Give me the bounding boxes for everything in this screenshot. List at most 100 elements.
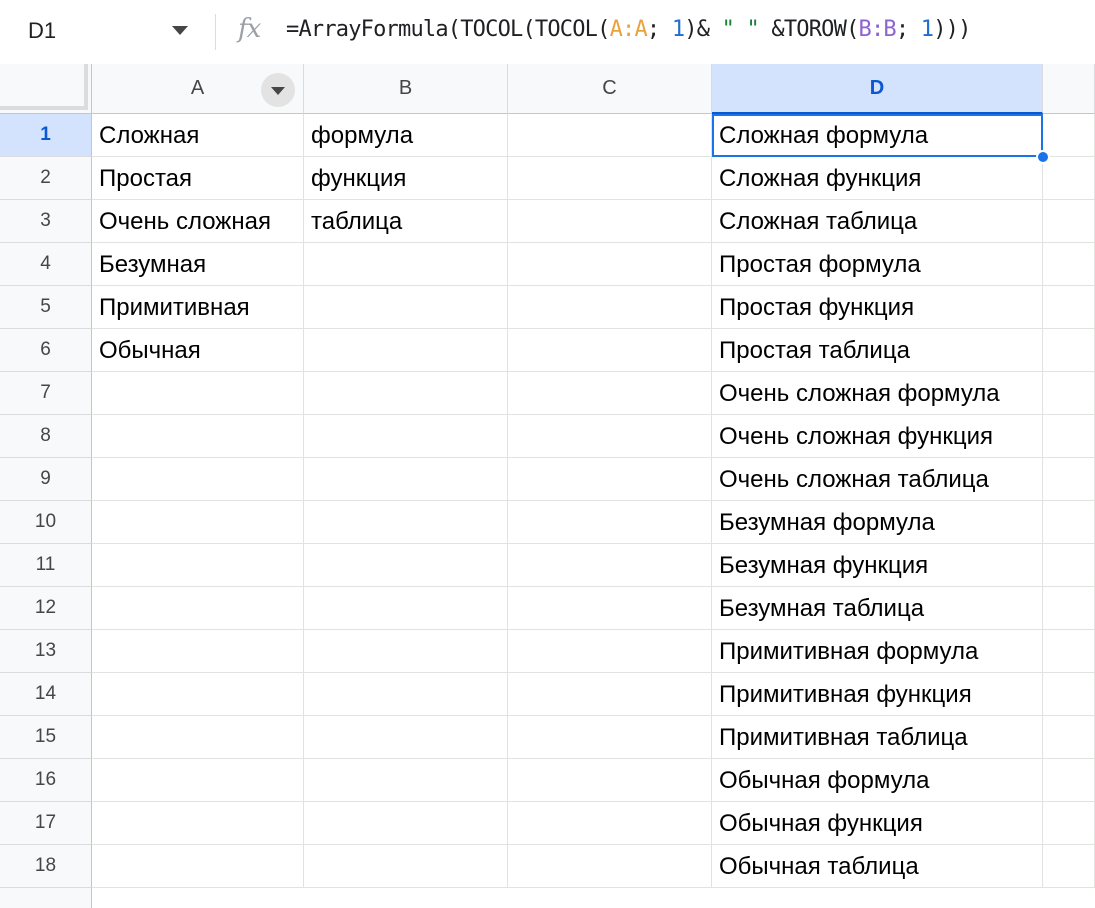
- cell-c15[interactable]: [508, 716, 712, 759]
- cell-e12[interactable]: [1043, 587, 1095, 630]
- cell-e7[interactable]: [1043, 372, 1095, 415]
- cell-a13[interactable]: [92, 630, 304, 673]
- cell-a18[interactable]: [92, 845, 304, 888]
- cell-c17[interactable]: [508, 802, 712, 845]
- select-all-corner[interactable]: [0, 64, 92, 114]
- cell-b16[interactable]: [304, 759, 508, 802]
- cell-a10[interactable]: [92, 501, 304, 544]
- cell-e11[interactable]: [1043, 544, 1095, 587]
- row-header-15[interactable]: 15: [0, 716, 92, 759]
- cell-a3[interactable]: Очень сложная: [92, 200, 304, 243]
- cell-b1[interactable]: формула: [304, 114, 508, 157]
- cell-e13[interactable]: [1043, 630, 1095, 673]
- cell-c4[interactable]: [508, 243, 712, 286]
- cell-a12[interactable]: [92, 587, 304, 630]
- cell-a8[interactable]: [92, 415, 304, 458]
- cell-d4[interactable]: Простая формула: [712, 243, 1043, 286]
- cell-c14[interactable]: [508, 673, 712, 716]
- name-box[interactable]: D1: [28, 18, 56, 44]
- cell-d5[interactable]: Простая функция: [712, 286, 1043, 329]
- cell-d10[interactable]: Безумная формула: [712, 501, 1043, 544]
- cell-e2[interactable]: [1043, 157, 1095, 200]
- cell-d18[interactable]: Обычная таблица: [712, 845, 1043, 888]
- cell-d8[interactable]: Очень сложная функция: [712, 415, 1043, 458]
- cell-a1[interactable]: Сложная: [92, 114, 304, 157]
- row-header-2[interactable]: 2: [0, 157, 92, 200]
- column-header-b[interactable]: B: [304, 64, 508, 114]
- cell-c8[interactable]: [508, 415, 712, 458]
- cell-e16[interactable]: [1043, 759, 1095, 802]
- cell-a16[interactable]: [92, 759, 304, 802]
- cell-c5[interactable]: [508, 286, 712, 329]
- cell-d11[interactable]: Безумная функция: [712, 544, 1043, 587]
- cell-c6[interactable]: [508, 329, 712, 372]
- cell-c12[interactable]: [508, 587, 712, 630]
- filter-dropdown-icon[interactable]: [261, 73, 295, 107]
- cell-b4[interactable]: [304, 243, 508, 286]
- cell-b10[interactable]: [304, 501, 508, 544]
- cell-b15[interactable]: [304, 716, 508, 759]
- cell-a7[interactable]: [92, 372, 304, 415]
- cell-e3[interactable]: [1043, 200, 1095, 243]
- cell-a4[interactable]: Безумная: [92, 243, 304, 286]
- cell-c10[interactable]: [508, 501, 712, 544]
- row-header-8[interactable]: 8: [0, 415, 92, 458]
- cell-d14[interactable]: Примитивная функция: [712, 673, 1043, 716]
- cell-c16[interactable]: [508, 759, 712, 802]
- cell-e1[interactable]: [1043, 114, 1095, 157]
- row-header-6[interactable]: 6: [0, 329, 92, 372]
- cell-c3[interactable]: [508, 200, 712, 243]
- row-header-14[interactable]: 14: [0, 673, 92, 716]
- cell-e6[interactable]: [1043, 329, 1095, 372]
- row-header-17[interactable]: 17: [0, 802, 92, 845]
- cell-b5[interactable]: [304, 286, 508, 329]
- cell-a17[interactable]: [92, 802, 304, 845]
- cell-c9[interactable]: [508, 458, 712, 501]
- row-header-5[interactable]: 5: [0, 286, 92, 329]
- row-header-16[interactable]: 16: [0, 759, 92, 802]
- cell-b8[interactable]: [304, 415, 508, 458]
- cell-e5[interactable]: [1043, 286, 1095, 329]
- cell-d9[interactable]: Очень сложная таблица: [712, 458, 1043, 501]
- cell-a15[interactable]: [92, 716, 304, 759]
- row-header-3[interactable]: 3: [0, 200, 92, 243]
- row-header-13[interactable]: 13: [0, 630, 92, 673]
- cell-e17[interactable]: [1043, 802, 1095, 845]
- cell-b18[interactable]: [304, 845, 508, 888]
- cell-a6[interactable]: Обычная: [92, 329, 304, 372]
- row-header-11[interactable]: 11: [0, 544, 92, 587]
- cell-d2[interactable]: Сложная функция: [712, 157, 1043, 200]
- cell-c2[interactable]: [508, 157, 712, 200]
- cell-e9[interactable]: [1043, 458, 1095, 501]
- cell-e10[interactable]: [1043, 501, 1095, 544]
- cell-d6[interactable]: Простая таблица: [712, 329, 1043, 372]
- cell-a11[interactable]: [92, 544, 304, 587]
- row-header-12[interactable]: 12: [0, 587, 92, 630]
- cell-c13[interactable]: [508, 630, 712, 673]
- cell-e14[interactable]: [1043, 673, 1095, 716]
- cell-a2[interactable]: Простая: [92, 157, 304, 200]
- cell-d13[interactable]: Примитивная формула: [712, 630, 1043, 673]
- cell-b11[interactable]: [304, 544, 508, 587]
- cell-b7[interactable]: [304, 372, 508, 415]
- cell-b14[interactable]: [304, 673, 508, 716]
- cell-e18[interactable]: [1043, 845, 1095, 888]
- row-header-4[interactable]: 4: [0, 243, 92, 286]
- cell-a14[interactable]: [92, 673, 304, 716]
- row-header-18[interactable]: 18: [0, 845, 92, 888]
- cell-e8[interactable]: [1043, 415, 1095, 458]
- row-header-1[interactable]: 1: [0, 114, 92, 157]
- cell-e4[interactable]: [1043, 243, 1095, 286]
- row-header-7[interactable]: 7: [0, 372, 92, 415]
- cell-c18[interactable]: [508, 845, 712, 888]
- cell-b17[interactable]: [304, 802, 508, 845]
- cell-d3[interactable]: Сложная таблица: [712, 200, 1043, 243]
- cell-a9[interactable]: [92, 458, 304, 501]
- cell-d16[interactable]: Обычная формула: [712, 759, 1043, 802]
- cell-b2[interactable]: функция: [304, 157, 508, 200]
- row-header-10[interactable]: 10: [0, 501, 92, 544]
- fill-handle[interactable]: [1036, 150, 1050, 164]
- cell-d15[interactable]: Примитивная таблица: [712, 716, 1043, 759]
- cell-d7[interactable]: Очень сложная формула: [712, 372, 1043, 415]
- column-header-c[interactable]: C: [508, 64, 712, 114]
